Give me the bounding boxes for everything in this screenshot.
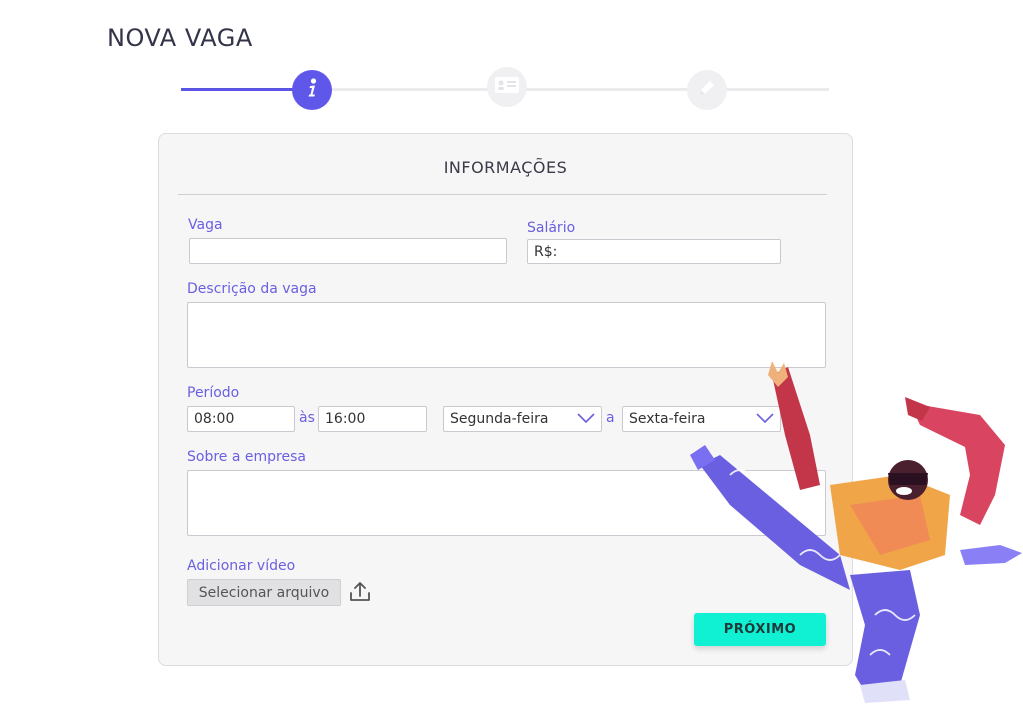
progress-stepper xyxy=(181,67,829,110)
start-time-input[interactable]: 08:00 xyxy=(187,406,295,432)
info-icon xyxy=(302,77,322,103)
vaga-input[interactable] xyxy=(189,238,507,264)
vaga-label: Vaga xyxy=(188,217,223,233)
salario-label: Salário xyxy=(527,220,576,236)
upload-icon[interactable] xyxy=(348,580,372,608)
select-file-button[interactable]: Selecionar arquivo xyxy=(187,579,341,606)
periodo-label: Período xyxy=(187,385,240,401)
page-title: NOVA VAGA xyxy=(107,24,253,52)
start-day-select[interactable]: Segunda-feira xyxy=(443,406,602,432)
section-divider xyxy=(178,194,827,195)
start-day-value: Segunda-feira xyxy=(450,411,549,427)
between-days-text: a xyxy=(606,410,615,426)
chevron-down-icon xyxy=(577,411,595,427)
end-time-input[interactable]: 16:00 xyxy=(318,406,427,432)
stepper-track-line xyxy=(311,88,829,91)
step-perfil[interactable] xyxy=(487,67,527,107)
step-revisao[interactable] xyxy=(687,70,727,110)
jumping-person-illustration xyxy=(690,361,1022,703)
descricao-label: Descrição da vaga xyxy=(187,281,317,297)
pencil-icon xyxy=(697,78,717,102)
step-informacoes[interactable] xyxy=(292,70,332,110)
between-times-text: às xyxy=(299,410,315,426)
sobre-label: Sobre a empresa xyxy=(187,449,306,465)
video-label: Adicionar vídeo xyxy=(187,558,296,574)
profile-card-icon xyxy=(494,75,520,99)
salario-input[interactable]: R$: xyxy=(527,239,781,264)
section-title: INFORMAÇÕES xyxy=(443,158,568,177)
